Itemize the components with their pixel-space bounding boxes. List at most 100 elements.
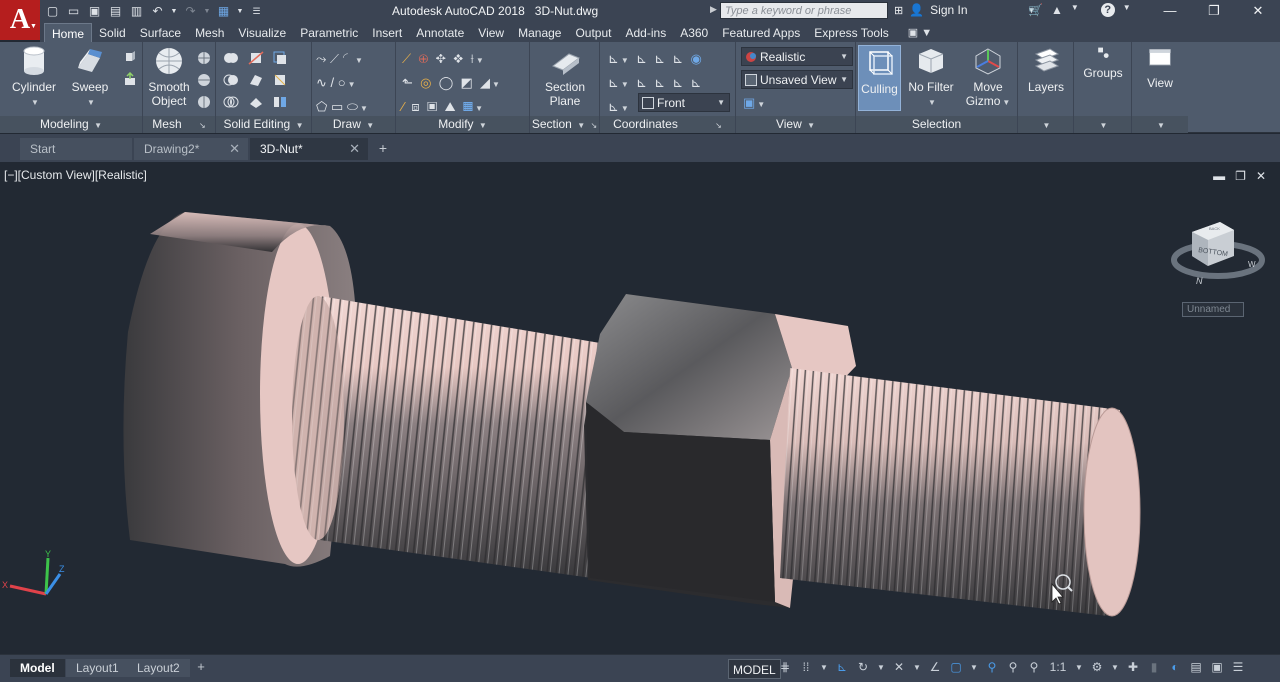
panel-label-layers[interactable]: ▼ [1018,116,1073,133]
ribbon-tab-mesh[interactable]: Mesh [188,23,231,42]
new-file-icon[interactable]: ▢ [44,3,61,20]
extract-edges-icon[interactable] [272,72,288,88]
help-dropdown-icon[interactable]: ▼ [1123,3,1131,17]
offset-icon[interactable]: ⧈ [411,99,419,114]
ucs-view-combo[interactable]: Front ▼ [638,93,730,112]
rect-array-icon[interactable]: ▦ [463,99,473,114]
ucs-world-icon[interactable]: ⊾ [636,51,647,66]
solid-editing-expand-icon[interactable]: ▼ [296,121,304,130]
annotation-scale-value[interactable]: 1:1 [1048,660,1068,675]
panel-label-section[interactable]: Section ▼ ↘ [530,116,599,133]
ribbon-tab-express-tools[interactable]: Express Tools [807,23,895,42]
draw-expand-icon[interactable]: ▼ [366,121,374,130]
workspace-dropdown-icon[interactable]: ▼ [1111,660,1119,675]
panel-label-coordinates[interactable]: Coordinates ↘ [600,116,735,133]
a360-icon[interactable]: ▲ [1051,3,1063,17]
layout-tab-layout1[interactable]: Layout1 [66,659,129,677]
named-ucs-dropdown-icon[interactable]: ▼ [621,104,629,113]
section-launcher-icon[interactable]: ↘ [590,121,597,130]
mirror-icon[interactable]: ⁄ [402,99,404,114]
view-button[interactable]: View [1134,46,1186,90]
ucs-x-icon[interactable]: ⊾ [654,75,665,90]
close-icon[interactable]: ✕ [1236,0,1280,22]
no-filter-button[interactable]: No Filter ▼ [905,46,957,110]
close-tab-icon[interactable]: ✕ [229,141,240,157]
smooth-less-icon[interactable] [196,72,212,88]
file-tab-start[interactable]: Start [20,138,132,160]
3d-move-icon[interactable]: ⊕ [418,51,428,66]
units-icon[interactable]: ▮ [1147,660,1161,675]
ribbon-tab-featured-apps[interactable]: Featured Apps [715,23,807,42]
annotation-scale-icon[interactable]: ⚲ [1027,660,1041,675]
viewport-controls-label[interactable]: [−][Custom View][Realistic] [4,168,147,182]
annotation-monitor-icon[interactable]: ✚ [1126,660,1140,675]
view-misc-expand-icon[interactable]: ▼ [1157,121,1165,130]
search-expand-icon[interactable]: ▶ [710,4,717,15]
intersect-icon[interactable] [223,94,239,110]
minimize-icon[interactable]: — [1148,0,1192,22]
viewport-config-dropdown-icon[interactable]: ▼ [757,100,765,109]
ribbon-tab-view[interactable]: View [471,23,511,42]
tools-dropdown-icon[interactable]: ▼ [1071,3,1079,17]
snap-icon[interactable]: ⁞⁞ [799,660,813,675]
ucs-icon-toggle-icon[interactable]: ◉ [690,51,701,66]
panel-label-modify[interactable]: Modify ▼ [396,116,529,133]
align-icon[interactable]: ◯ [439,75,454,90]
view-expand-icon[interactable]: ▼ [807,121,815,130]
ribbon-tab-insert[interactable]: Insert [365,23,409,42]
viewport-minimize-icon[interactable]: ▬ [1213,169,1225,183]
save-as-icon[interactable]: ▤ [107,3,124,20]
modeling-expand-icon[interactable]: ▼ [94,121,102,130]
no-filter-dropdown-icon[interactable]: ▼ [928,98,936,107]
ucs-icon[interactable]: ⊾ [608,51,619,66]
panel-label-modeling[interactable]: Modeling ▼ [0,116,142,133]
sign-in[interactable]: ⊞ 👤 Sign In ▼ [894,3,1035,17]
polyline-icon[interactable]: ⤳ [316,51,326,66]
copy-icon[interactable]: ❖ [453,51,463,66]
viewport-config[interactable]: ▣ ▼ [743,95,765,111]
visual-style-arrow-icon[interactable]: ▼ [840,52,848,61]
layers-button[interactable]: Layers [1020,46,1072,94]
array-icon[interactable]: ▣ [427,99,437,114]
layout-tab-model[interactable]: Model [10,659,65,677]
sweep-dropdown-icon[interactable]: ▼ [87,98,95,107]
ribbon-tab-manage[interactable]: Manage [511,23,568,42]
object-snap-tracking-icon[interactable]: ∠ [928,660,942,675]
3d-align-icon[interactable]: ⛰ [445,99,456,114]
rotate-icon[interactable]: ⬑ [402,75,413,90]
polar-dropdown-icon[interactable]: ▼ [877,660,885,675]
union-icon[interactable] [223,50,239,66]
workspace-dropdown-icon[interactable]: ▼ [236,3,244,20]
move-icon[interactable]: ✥ [436,51,446,66]
ucs-combo-arrow-icon[interactable]: ▼ [717,98,725,107]
clean-screen-icon[interactable]: ▣ [1210,660,1224,675]
undo-dropdown-icon[interactable]: ▼ [170,3,178,20]
restore-icon[interactable]: ❐ [1192,0,1236,22]
slice-icon[interactable] [248,50,264,66]
close-tab-icon[interactable]: ✕ [349,141,360,157]
move-gizmo-button[interactable]: Move Gizmo ▼ [962,46,1014,110]
refine-mesh-icon[interactable] [196,94,212,110]
extrude-icon[interactable] [122,49,138,65]
undo-icon[interactable]: ↶ [149,3,166,20]
isodraft-icon[interactable]: ✕ [892,660,906,675]
ribbon-tab-visualize[interactable]: Visualize [231,23,293,42]
ribbon-tab-surface[interactable]: Surface [133,23,188,42]
ellipse-icon[interactable]: ⬭ [347,99,358,114]
sign-in-label[interactable]: Sign In [930,3,967,17]
sweep-button[interactable]: Sweep ▼ [64,46,116,110]
subtract-icon[interactable] [223,72,239,88]
file-tab-3d-nut[interactable]: 3D-Nut* ✕ [250,138,368,160]
mesh-launcher-icon[interactable]: ↘ [199,121,206,130]
3d-bolt-model[interactable] [0,162,1280,654]
section-plane-button[interactable]: Section Plane [539,46,591,108]
drawing-viewport[interactable]: [−][Custom View][Realistic] ▬ ❐ ✕ BOTTOM… [0,162,1280,654]
auto-scale-icon[interactable]: ⚲ [1006,660,1020,675]
separate-icon[interactable] [272,94,288,110]
erase-icon[interactable]: ◢ [480,75,490,90]
snap-dropdown-icon[interactable]: ▼ [820,660,828,675]
array-dropdown-icon[interactable]: ▼ [475,104,483,113]
ucs-previous-icon[interactable]: ⊾ [654,51,665,66]
presspull-icon[interactable] [122,72,138,88]
ellipse-dropdown-icon[interactable]: ▼ [360,104,368,113]
